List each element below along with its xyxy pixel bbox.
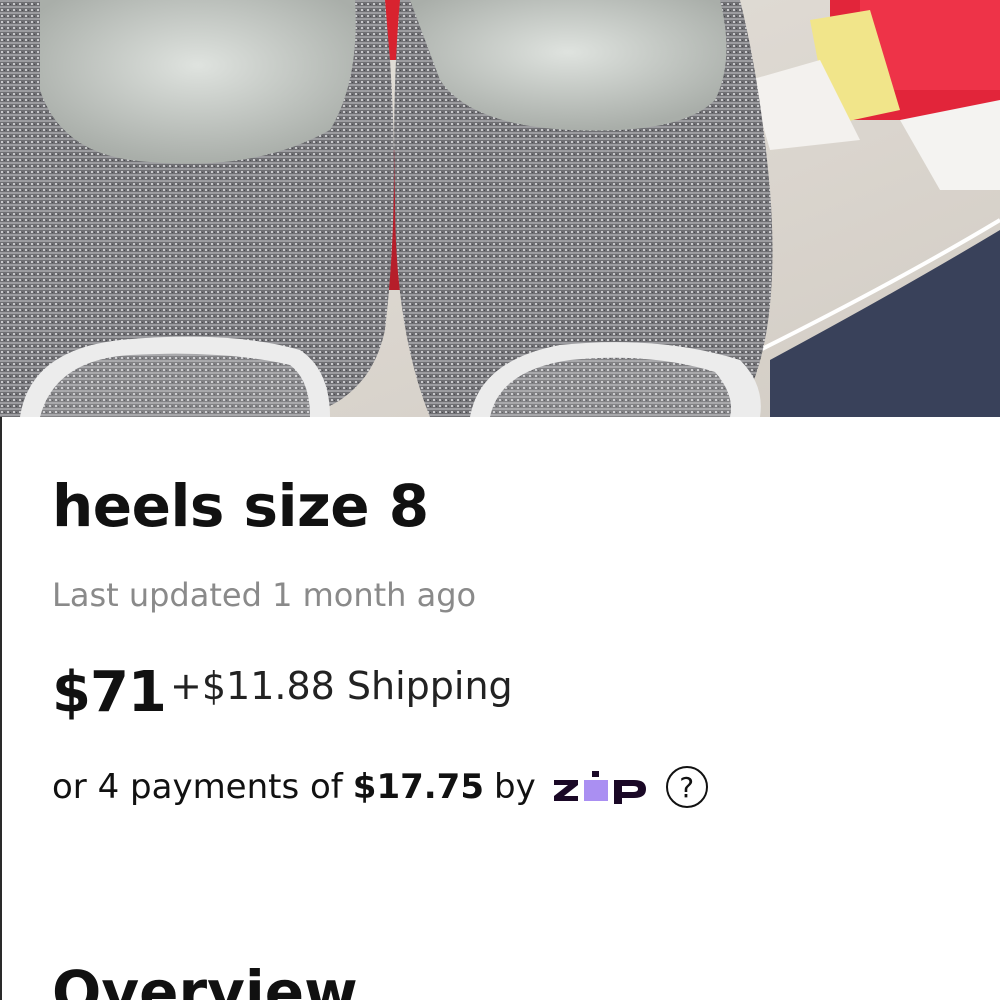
product-photo[interactable] [0,0,1000,417]
installment-prefix: or 4 payments of [52,767,343,807]
question-circle-icon[interactable]: ? [665,766,708,808]
installment-amount: $17.75 [352,767,484,807]
last-updated-text: Last updated 1 month ago [52,576,477,614]
listing-page: heels size 8 Last updated 1 month ago $7… [0,0,1000,1000]
zip-logo [552,770,648,804]
left-border [0,417,2,1000]
installment-suffix: by [493,767,536,807]
listing-title: heels size 8 [52,472,429,540]
overview-heading: Overview [52,958,358,1000]
installment-info: or 4 payments of $17.75 by ? [52,764,708,810]
shipping-cost: +$11.88 Shipping [170,664,513,708]
price: $71 [52,660,167,725]
